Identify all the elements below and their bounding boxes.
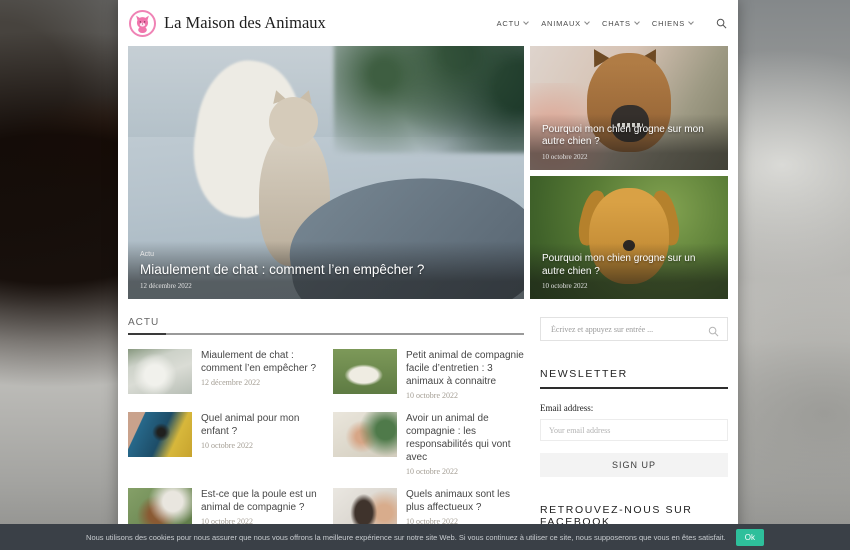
article-list-item[interactable]: Miaulement de chat : comment l’en empêch… — [128, 349, 319, 400]
hero-overlay: Actu Miaulement de chat : comment l’en e… — [128, 241, 524, 299]
article-title[interactable]: Quel animal pour mon enfant ? — [201, 412, 319, 438]
site-logo[interactable]: La Maison des Animaux — [129, 10, 326, 37]
site-title: La Maison des Animaux — [164, 13, 326, 33]
article-date: 10 octobre 2022 — [406, 467, 524, 476]
featured-title[interactable]: Pourquoi mon chien grogne sur un autre c… — [542, 253, 716, 278]
pink-cat-icon — [129, 10, 156, 37]
featured-article-card[interactable]: Pourquoi mon chien grogne sur un autre c… — [530, 176, 728, 300]
hero-article-card[interactable]: Actu Miaulement de chat : comment l’en e… — [128, 46, 524, 299]
featured-date: 10 octobre 2022 — [542, 153, 716, 161]
article-thumbnail-parrot — [128, 412, 192, 457]
hero-date: 12 décembre 2022 — [140, 282, 512, 290]
content-area: Actu Miaulement de chat : comment l’en e… — [118, 46, 738, 537]
actu-section-heading: ACTU — [128, 317, 524, 335]
article-grid: Miaulement de chat : comment l’en empêch… — [128, 349, 524, 533]
hero-category-label[interactable]: Actu — [140, 251, 512, 258]
nav-item-chiens[interactable]: CHIENS — [652, 19, 693, 28]
featured-row: Actu Miaulement de chat : comment l’en e… — [128, 46, 728, 299]
signup-button[interactable]: SIGN UP — [540, 453, 728, 477]
article-title[interactable]: Petit animal de compagnie facile d’entre… — [406, 349, 524, 388]
chevron-down-icon — [688, 19, 694, 25]
hero-title[interactable]: Miaulement de chat : comment l’en empêch… — [140, 262, 512, 277]
chevron-down-icon — [634, 19, 640, 25]
cookie-message: Nous utilisons des cookies pour nous ass… — [86, 533, 726, 542]
article-list-item[interactable]: Avoir un animal de compagnie : les respo… — [333, 412, 524, 476]
hero-image-cat-head — [269, 97, 319, 148]
nav-label: ACTU — [497, 19, 521, 28]
page-container: La Maison des Animaux ACTU ANIMAUX CHATS… — [118, 0, 738, 550]
hero-image-plants — [334, 46, 524, 153]
browser-viewport: La Maison des Animaux ACTU ANIMAUX CHATS… — [0, 0, 850, 550]
main-nav: ACTU ANIMAUX CHATS CHIENS — [497, 18, 727, 29]
article-date: 12 décembre 2022 — [201, 378, 319, 387]
newsletter-heading: NEWSLETTER — [540, 368, 728, 389]
nav-label: ANIMAUX — [541, 19, 581, 28]
search-input[interactable] — [541, 318, 727, 340]
cookie-consent-bar: Nous utilisons des cookies pour nous ass… — [0, 524, 850, 550]
featured-column: Pourquoi mon chien grogne sur mon autre … — [530, 46, 728, 299]
featured-overlay: Pourquoi mon chien grogne sur mon autre … — [530, 114, 728, 170]
nav-item-actu[interactable]: ACTU — [497, 19, 529, 28]
email-label: Email address: — [540, 403, 728, 413]
chevron-down-icon — [584, 19, 590, 25]
sidebar: NEWSLETTER Email address: SIGN UP RETROU… — [540, 317, 728, 537]
featured-overlay: Pourquoi mon chien grogne sur un autre c… — [530, 243, 728, 299]
article-title[interactable]: Avoir un animal de compagnie : les respo… — [406, 412, 524, 464]
article-thumbnail-hamster — [333, 349, 397, 394]
sidebar-search-box — [540, 317, 728, 341]
nav-label: CHIENS — [652, 19, 685, 28]
nav-item-chats[interactable]: CHATS — [602, 19, 639, 28]
article-list-item[interactable]: Quel animal pour mon enfant ? 10 octobre… — [128, 412, 319, 476]
nav-item-animaux[interactable]: ANIMAUX — [541, 19, 589, 28]
article-date: 10 octobre 2022 — [201, 441, 319, 450]
actu-section: ACTU Miaulement de chat : comment l’en e… — [128, 317, 524, 537]
nav-label: CHATS — [602, 19, 631, 28]
lower-section: ACTU Miaulement de chat : comment l’en e… — [128, 317, 728, 537]
featured-date: 10 octobre 2022 — [542, 282, 716, 290]
article-thumbnail-owner — [333, 412, 397, 457]
article-title[interactable]: Quels animaux sont les plus affectueux ? — [406, 488, 524, 514]
article-thumbnail-cat — [128, 349, 192, 394]
search-icon[interactable] — [716, 18, 727, 29]
article-date: 10 octobre 2022 — [406, 391, 524, 400]
article-title[interactable]: Est-ce que la poule est un animal de com… — [201, 488, 319, 514]
chevron-down-icon — [523, 19, 529, 25]
email-field[interactable] — [540, 419, 728, 441]
search-icon[interactable] — [708, 324, 719, 342]
featured-article-card[interactable]: Pourquoi mon chien grogne sur mon autre … — [530, 46, 728, 170]
article-title[interactable]: Miaulement de chat : comment l’en empêch… — [201, 349, 319, 375]
cookie-ok-button[interactable]: Ok — [736, 529, 764, 546]
featured-title[interactable]: Pourquoi mon chien grogne sur mon autre … — [542, 124, 716, 149]
article-list-item[interactable]: Petit animal de compagnie facile d’entre… — [333, 349, 524, 400]
site-header: La Maison des Animaux ACTU ANIMAUX CHATS… — [118, 0, 738, 46]
